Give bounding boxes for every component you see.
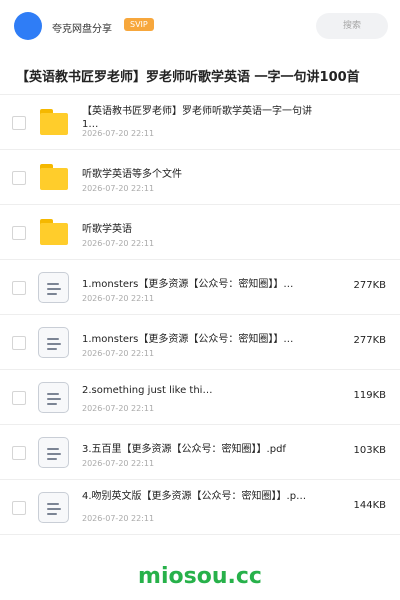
header: 夸克网盘分享 SVIP 搜索 [0,0,400,52]
document-icon [38,327,69,358]
file-size: 277KB [353,335,386,346]
file-row-1[interactable]: 【英语教书匠罗老师】罗老师听歌学英语一字一句讲1… 2026-07-20 22:… [0,95,400,150]
search-input[interactable]: 搜索 [316,13,388,39]
file-date: 2026-07-20 22:11 [82,294,155,303]
svip-badge: SVIP [124,18,154,31]
file-name: 听歌学英语 [82,224,132,235]
document-icon [38,272,69,303]
file-row-8[interactable]: 4.吻别英文版【更多资源【公众号：密知圈】】.p… 2026-07-20 22:… [0,480,400,535]
file-name: 1.monsters【更多资源【公众号：密知圈】】… [82,279,294,290]
folder-icon [40,109,68,135]
file-date: 2026-07-20 22:11 [82,129,155,138]
app-name: 夸克网盘分享 [52,24,112,35]
folder-icon [40,164,68,190]
share-title: 【英语教书匠罗老师】罗老师听歌学英语 一字一句讲100首 [16,70,360,85]
file-date: 2026-07-20 22:11 [82,184,155,193]
file-row-5[interactable]: 1.monsters【更多资源【公众号：密知圈】】… 2026-07-20 22… [0,315,400,370]
row-checkbox[interactable] [12,446,26,460]
file-row-3[interactable]: 听歌学英语 2026-07-20 22:11 [0,205,400,260]
site-watermark: miosou.cc [138,564,262,589]
file-name: 听歌学英语等多个文件 [82,169,182,180]
file-row-7[interactable]: 3.五百里【更多资源【公众号：密知圈】】.pdf 2026-07-20 22:1… [0,425,400,480]
file-size: 277KB [353,280,386,291]
file-row-2[interactable]: 听歌学英语等多个文件 2026-07-20 22:11 [0,150,400,205]
row-checkbox[interactable] [12,226,26,240]
avatar[interactable] [14,12,42,40]
file-date: 2026-07-20 22:11 [82,459,155,468]
file-row-6[interactable]: 2.something just like thi… 2026-07-20 22… [0,370,400,425]
file-name: 3.五百里【更多资源【公众号：密知圈】】.pdf [82,444,286,455]
file-size: 103KB [353,445,386,456]
row-checkbox[interactable] [12,281,26,295]
folder-icon [40,219,68,245]
file-date: 2026-07-20 22:11 [82,239,155,248]
file-date: 2026-07-20 22:11 [82,404,155,413]
share-page: 夸克网盘分享 SVIP 搜索 【英语教书匠罗老师】罗老师听歌学英语 一字一句讲1… [0,0,400,600]
row-checkbox[interactable] [12,171,26,185]
file-row-4[interactable]: 1.monsters【更多资源【公众号：密知圈】】… 2026-07-20 22… [0,260,400,315]
row-checkbox[interactable] [12,501,26,515]
document-icon [38,437,69,468]
file-list: 【英语教书匠罗老师】罗老师听歌学英语一字一句讲1… 2026-07-20 22:… [0,95,400,535]
document-icon [38,382,69,413]
row-checkbox[interactable] [12,336,26,350]
file-date: 2026-07-20 22:11 [82,514,155,523]
file-size: 119KB [353,390,386,401]
document-icon [38,492,69,523]
file-date: 2026-07-20 22:11 [82,349,155,358]
file-name: 2.something just like thi… [82,385,213,396]
row-checkbox[interactable] [12,391,26,405]
row-checkbox[interactable] [12,116,26,130]
file-size: 144KB [353,500,386,511]
file-name: 1.monsters【更多资源【公众号：密知圈】】… [82,334,294,345]
